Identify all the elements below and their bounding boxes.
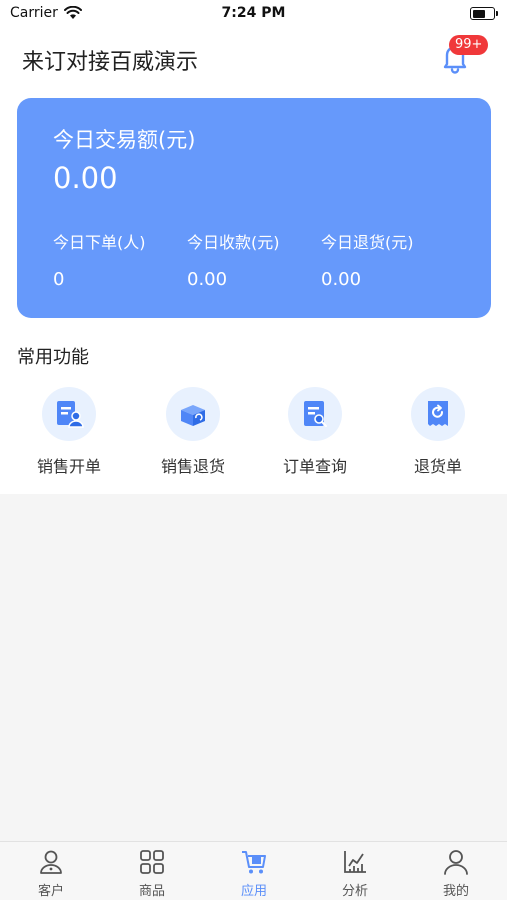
today-summary-card: 今日交易额(元) 0.00 今日下单(人) 0 今日收款(元) 0.00 今日退… bbox=[17, 98, 491, 318]
tab-customers[interactable]: 客户 bbox=[11, 848, 91, 899]
tab-profile-label: 我的 bbox=[442, 884, 469, 899]
today-revenue-label: 今日交易额(元) bbox=[53, 128, 196, 152]
product-grid-icon bbox=[140, 850, 164, 874]
cart-app-icon bbox=[242, 851, 266, 874]
tab-analysis-label: 分析 bbox=[341, 884, 368, 899]
status-bar: Carrier 7:24 PM bbox=[0, 0, 507, 30]
stat-orders-value: 0 bbox=[53, 269, 65, 290]
order-query-icon bbox=[288, 387, 342, 441]
tab-customers-label: 客户 bbox=[37, 884, 64, 899]
stat-receipts-label: 今日收款(元) bbox=[187, 233, 280, 252]
common-functions-title: 常用功能 bbox=[17, 347, 89, 368]
battery-icon bbox=[470, 7, 498, 20]
tab-apps-label: 应用 bbox=[240, 884, 267, 899]
sales-order-label: 销售开单 bbox=[36, 457, 101, 476]
today-revenue-amount: 0.00 bbox=[53, 161, 118, 195]
stat-returns-value: 0.00 bbox=[321, 269, 362, 290]
notification-badge: 99+ bbox=[449, 35, 489, 55]
stat-receipts-value: 0.00 bbox=[187, 269, 228, 290]
sales-order-icon bbox=[42, 387, 96, 441]
function-sales-order[interactable]: 销售开单 bbox=[19, 387, 119, 477]
order-query-label: 订单查询 bbox=[282, 457, 347, 476]
function-sales-return[interactable]: 销售退货 bbox=[143, 387, 243, 477]
tab-analysis[interactable]: 分析 bbox=[315, 848, 395, 899]
customer-icon bbox=[40, 850, 62, 874]
tab-products[interactable]: 商品 bbox=[112, 848, 192, 899]
chart-icon bbox=[344, 851, 366, 873]
sales-return-icon bbox=[166, 387, 220, 441]
profile-icon bbox=[444, 850, 468, 875]
bottom-tab-bar: 客户 商品 应用 分析 我的 bbox=[0, 841, 507, 900]
return-receipt-label: 退货单 bbox=[413, 457, 462, 476]
tab-profile[interactable]: 我的 bbox=[416, 848, 496, 899]
function-return-receipt[interactable]: 退货单 bbox=[388, 387, 488, 477]
tab-products-label: 商品 bbox=[138, 884, 165, 899]
page-title: 来订对接百威演示 bbox=[22, 50, 199, 75]
stat-returns-label: 今日退货(元) bbox=[321, 233, 414, 252]
stat-receipts: 今日收款(元) 0.00 bbox=[187, 229, 280, 290]
stat-returns: 今日退货(元) 0.00 bbox=[321, 229, 414, 290]
tab-apps[interactable]: 应用 bbox=[214, 848, 294, 899]
function-order-query[interactable]: 订单查询 bbox=[265, 387, 365, 477]
sales-return-label: 销售退货 bbox=[160, 457, 225, 476]
stat-orders-label: 今日下单(人) bbox=[53, 233, 146, 252]
return-receipt-icon bbox=[411, 387, 465, 441]
status-time: 7:24 PM bbox=[221, 5, 286, 21]
stat-orders: 今日下单(人) 0 bbox=[53, 229, 146, 290]
